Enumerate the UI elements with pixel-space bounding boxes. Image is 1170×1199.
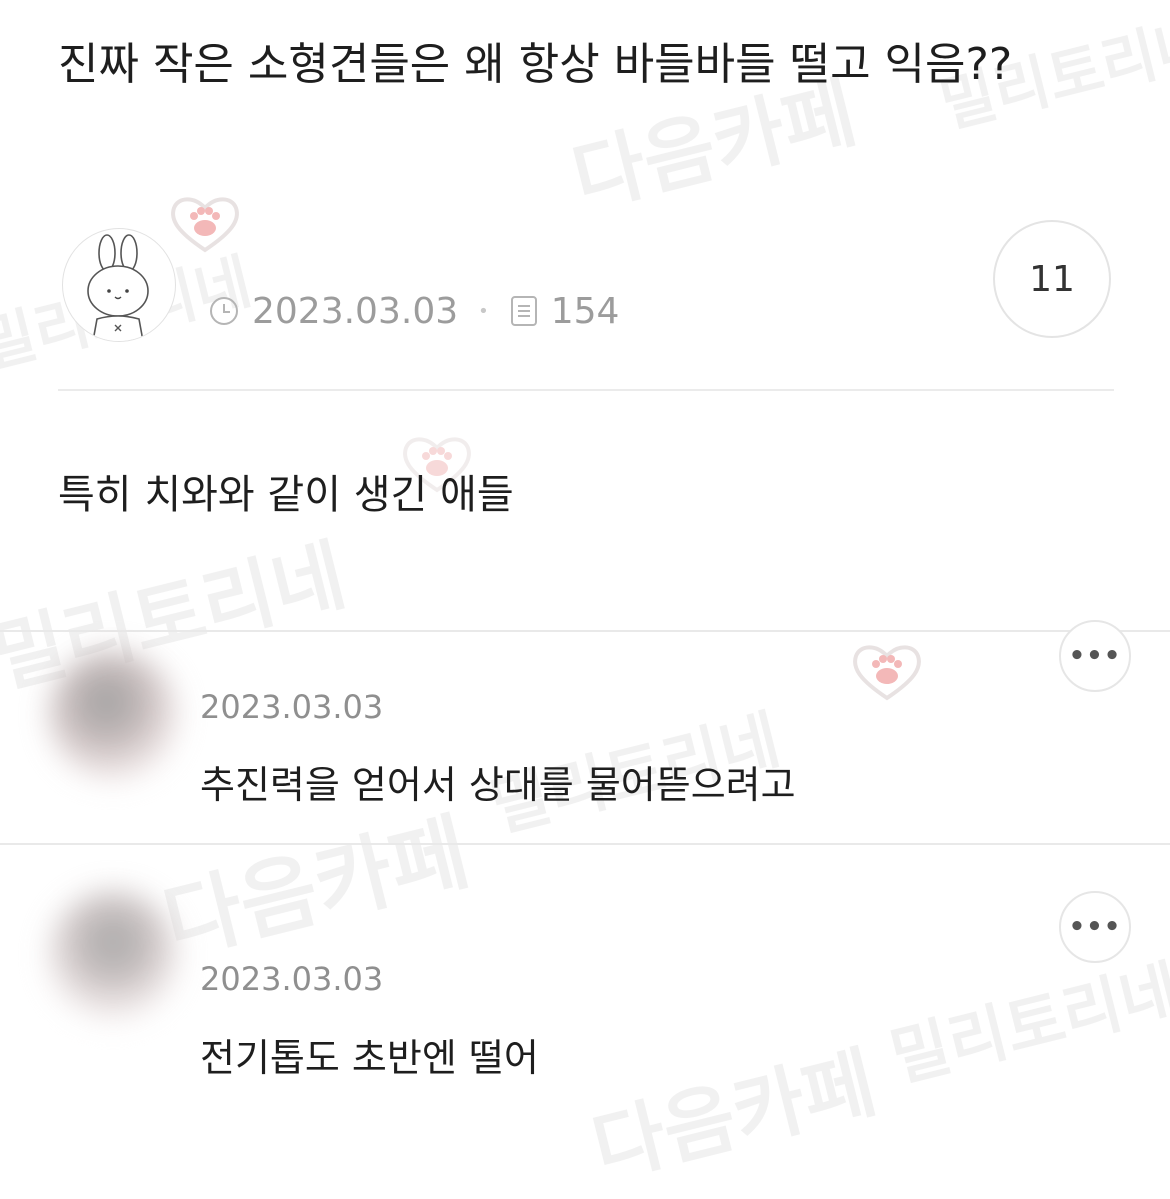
- watermark-source: 밀리토리네: [0, 530, 355, 705]
- post-views: 154: [550, 290, 620, 332]
- author-avatar[interactable]: [62, 228, 176, 342]
- post-body: 특히 치와와 같이 생긴 애들: [58, 472, 514, 518]
- comment-text: 전기톱도 초반엔 떨어: [200, 1036, 539, 1080]
- post-meta: 2023.03.03 • 154: [208, 289, 619, 333]
- more-dots-icon: •••: [1068, 912, 1122, 942]
- divider: [0, 843, 1170, 845]
- more-options-button[interactable]: •••: [1059, 891, 1131, 963]
- document-icon: [509, 295, 539, 327]
- watermark-cafe: 다음카페: [154, 802, 479, 973]
- watermark-source: 밀리토리네: [883, 953, 1170, 1097]
- divider: [0, 630, 1170, 632]
- more-options-button[interactable]: •••: [1059, 620, 1131, 692]
- comment-date: 2023.03.03: [200, 688, 384, 726]
- paw-heart-icon: [171, 197, 239, 253]
- comment-count-button[interactable]: 11: [993, 220, 1111, 338]
- bunny-avatar-icon: [87, 234, 149, 341]
- more-dots-icon: •••: [1068, 641, 1122, 671]
- post-title: 진짜 작은 소형견들은 왜 항상 바들바들 떨고 익음??: [58, 39, 1013, 90]
- commenter-avatar[interactable]: [48, 650, 178, 780]
- divider: [58, 389, 1114, 391]
- meta-separator: •: [478, 300, 489, 322]
- post-date: 2023.03.03: [252, 290, 459, 332]
- comment-date: 2023.03.03: [200, 960, 384, 998]
- comment-text: 추진력을 얻어서 상대를 물어뜯으려고: [200, 763, 796, 807]
- paw-heart-icon: [853, 645, 921, 701]
- clock-icon: [208, 295, 240, 327]
- watermark-cafe: 다음카페: [584, 1038, 885, 1195]
- commenter-avatar[interactable]: [48, 890, 178, 1020]
